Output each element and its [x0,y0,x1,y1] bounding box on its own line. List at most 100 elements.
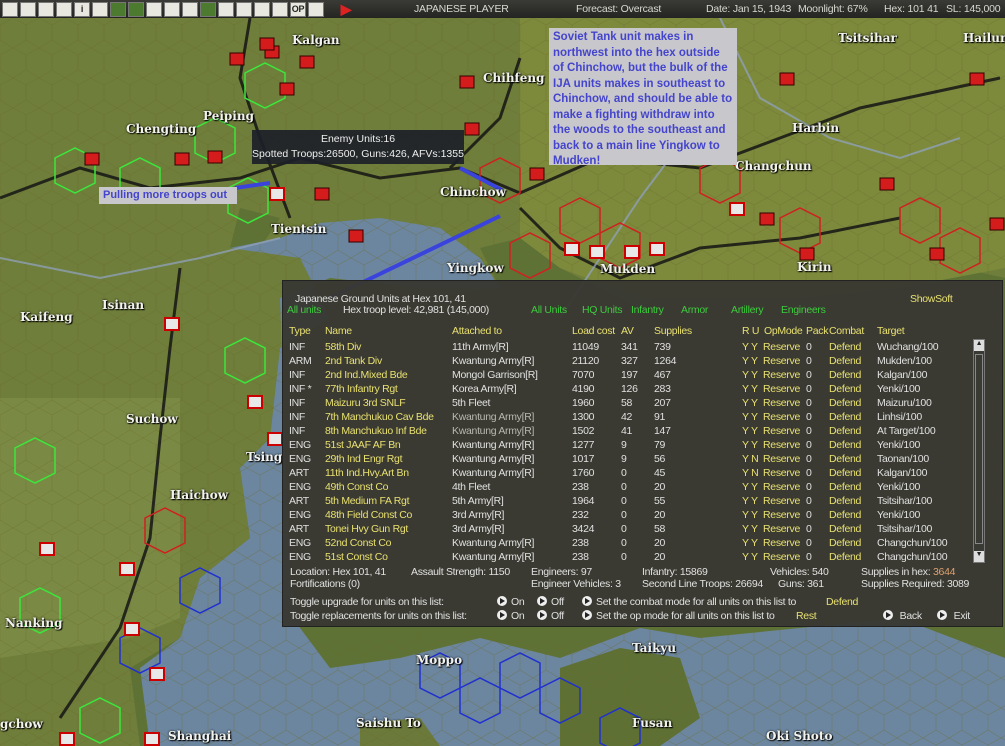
filter-hq-units[interactable]: HQ Units [582,304,623,316]
unit-row[interactable]: INF * 77th Infantry Rgt Korea Army[R] 4190 1… [283,383,973,397]
info-button[interactable]: i [74,1,90,17]
unit-target[interactable]: At Target/100 [877,425,936,437]
scroll-thumb[interactable] [975,354,983,544]
japanese-unit-icon[interactable] [247,395,263,409]
flag-button[interactable] [146,1,162,17]
unit-combat[interactable]: Defend [829,453,861,465]
unit-op[interactable]: Reserve [763,481,800,493]
unit-name[interactable]: 48th Field Const Co [325,509,412,521]
soviet-unit-icon[interactable] [259,37,275,51]
unit-combat[interactable]: Defend [829,481,861,493]
unit-name[interactable]: 5th Medium FA Rgt [325,495,410,507]
unit-target[interactable]: Yenki/100 [877,383,920,395]
unit-combat[interactable]: Defend [829,411,861,423]
unit-combat[interactable]: Defend [829,523,861,535]
op-mode-value[interactable]: Rest [796,610,817,622]
japanese-unit-icon[interactable] [269,187,285,201]
japanese-unit-icon[interactable] [564,242,580,256]
japanese-unit-icon[interactable] [267,432,283,446]
unit-name[interactable]: Tonei Hvy Gun Rgt [325,523,408,535]
unit-row[interactable]: INF 8th Manchukuo Inf Bde Kwantung Army[R]… [283,425,973,439]
list-button[interactable]: OP [290,1,306,17]
unit-op[interactable]: Reserve [763,523,800,535]
air-red-button[interactable] [110,1,126,17]
unit-op[interactable]: Reserve [763,467,800,479]
air-blue-button[interactable] [128,1,144,17]
show-soft-toggle[interactable]: ShowSoft [910,293,953,305]
unit-combat[interactable]: Defend [829,509,861,521]
unit-op[interactable]: Reserve [763,355,800,367]
unit-list-scrollbar[interactable]: ▲ ▼ [973,339,985,563]
unit-target[interactable]: Tsitsihar/100 [877,523,932,535]
unit-op[interactable]: Reserve [763,383,800,395]
japanese-unit-icon[interactable] [729,202,745,216]
unit-row[interactable]: ENG 29th Ind Engr Rgt Kwantung Army[R] 1017… [283,453,973,467]
replacements-off-button[interactable]: Off [537,610,564,622]
soviet-unit-icon[interactable] [459,75,475,89]
bases-button[interactable] [218,1,234,17]
unit-combat[interactable]: Defend [829,551,861,563]
unit-row[interactable]: ART 11th Ind.Hvy.Art Bn Kwantung Army[R] 17… [283,467,973,481]
unit-row[interactable]: INF Maizuru 3rd SNLF 5th Fleet 1960 58 207 Y Y… [283,397,973,411]
col-name[interactable]: Name [325,325,352,337]
unit-op[interactable]: Reserve [763,439,800,451]
soviet-unit-icon[interactable] [314,187,330,201]
op-report-button[interactable] [272,1,288,17]
unit-name[interactable]: 8th Manchukuo Inf Bde [325,425,427,437]
unit-op[interactable]: Reserve [763,397,800,409]
unit-target[interactable]: Kalgan/100 [877,369,927,381]
unit-name[interactable]: 2nd Ind.Mixed Bde [325,369,408,381]
unit-row[interactable]: INF 2nd Ind.Mixed Bde Mongol Garrison[R] 70… [283,369,973,383]
set-op-mode-button[interactable]: Set the op mode for all units on this li… [582,610,775,622]
all-units-toggle[interactable]: All units [287,304,321,316]
intel-button[interactable] [38,1,54,17]
set-combat-mode-button[interactable]: Set the combat mode for all units on thi… [582,596,796,608]
unit-target[interactable]: Yenki/100 [877,439,920,451]
japanese-unit-icon[interactable] [649,242,665,256]
japanese-unit-icon[interactable] [124,622,140,636]
unit-target[interactable]: Changchun/100 [877,551,948,563]
unit-op[interactable]: Reserve [763,509,800,521]
unit-target[interactable]: Changchun/100 [877,537,948,549]
filter-infantry[interactable]: Infantry [631,304,664,316]
replacements-on-button[interactable]: On [497,610,525,622]
soviet-unit-icon[interactable] [799,247,815,261]
unit-name[interactable]: 2nd Tank Div [325,355,382,367]
unit-combat[interactable]: Defend [829,355,861,367]
soviet-unit-icon[interactable] [989,217,1005,231]
unit-row[interactable]: ARM 2nd Tank Div Kwantung Army[R] 21120 327 1… [283,355,973,369]
unit-row[interactable]: ART Tonei Hvy Gun Rgt 3rd Army[R] 3424 0 58 Y … [283,523,973,537]
unit-target[interactable]: Kalgan/100 [877,467,927,479]
unit-combat[interactable]: Defend [829,369,861,381]
soviet-unit-icon[interactable] [348,229,364,243]
upgrade-off-button[interactable]: Off [537,596,564,608]
col-combat[interactable]: Combat [829,325,864,337]
officer-button[interactable] [182,1,198,17]
unit-row[interactable]: ART 5th Medium FA Rgt 5th Army[R] 1964 0 55 Y … [283,495,973,509]
unit-target[interactable]: Yenki/100 [877,481,920,493]
col-attached[interactable]: Attached to [452,325,502,337]
unit-op[interactable]: Reserve [763,453,800,465]
soviet-unit-icon[interactable] [299,55,315,69]
col-av[interactable]: AV [621,325,634,337]
unit-target[interactable]: Taonan/100 [877,453,929,465]
col-load[interactable]: Load cost [572,325,615,337]
col-supplies[interactable]: Supplies [654,325,692,337]
unit-combat[interactable]: Defend [829,495,861,507]
soviet-unit-icon[interactable] [529,167,545,181]
unit-combat[interactable]: Defend [829,537,861,549]
unit-row[interactable]: ENG 49th Const Co 4th Fleet 238 0 20 Y Y Reserv… [283,481,973,495]
soviet-unit-icon[interactable] [174,152,190,166]
unit-list-button[interactable] [2,1,18,17]
unit-row[interactable]: ENG 51st Const Co Kwantung Army[R] 238 0 20 Y … [283,551,973,565]
col-pack[interactable]: Pack [806,325,828,337]
soviet-unit-icon[interactable] [779,72,795,86]
unit-target[interactable]: Mukden/100 [877,355,932,367]
unit-combat[interactable]: Defend [829,425,861,437]
unit-name[interactable]: 29th Ind Engr Rgt [325,453,403,465]
unit-name[interactable]: 52nd Const Co [325,537,391,549]
japanese-unit-icon[interactable] [144,732,160,746]
japanese-unit-icon[interactable] [164,317,180,331]
soviet-unit-icon[interactable] [229,52,245,66]
unit-op[interactable]: Reserve [763,495,800,507]
